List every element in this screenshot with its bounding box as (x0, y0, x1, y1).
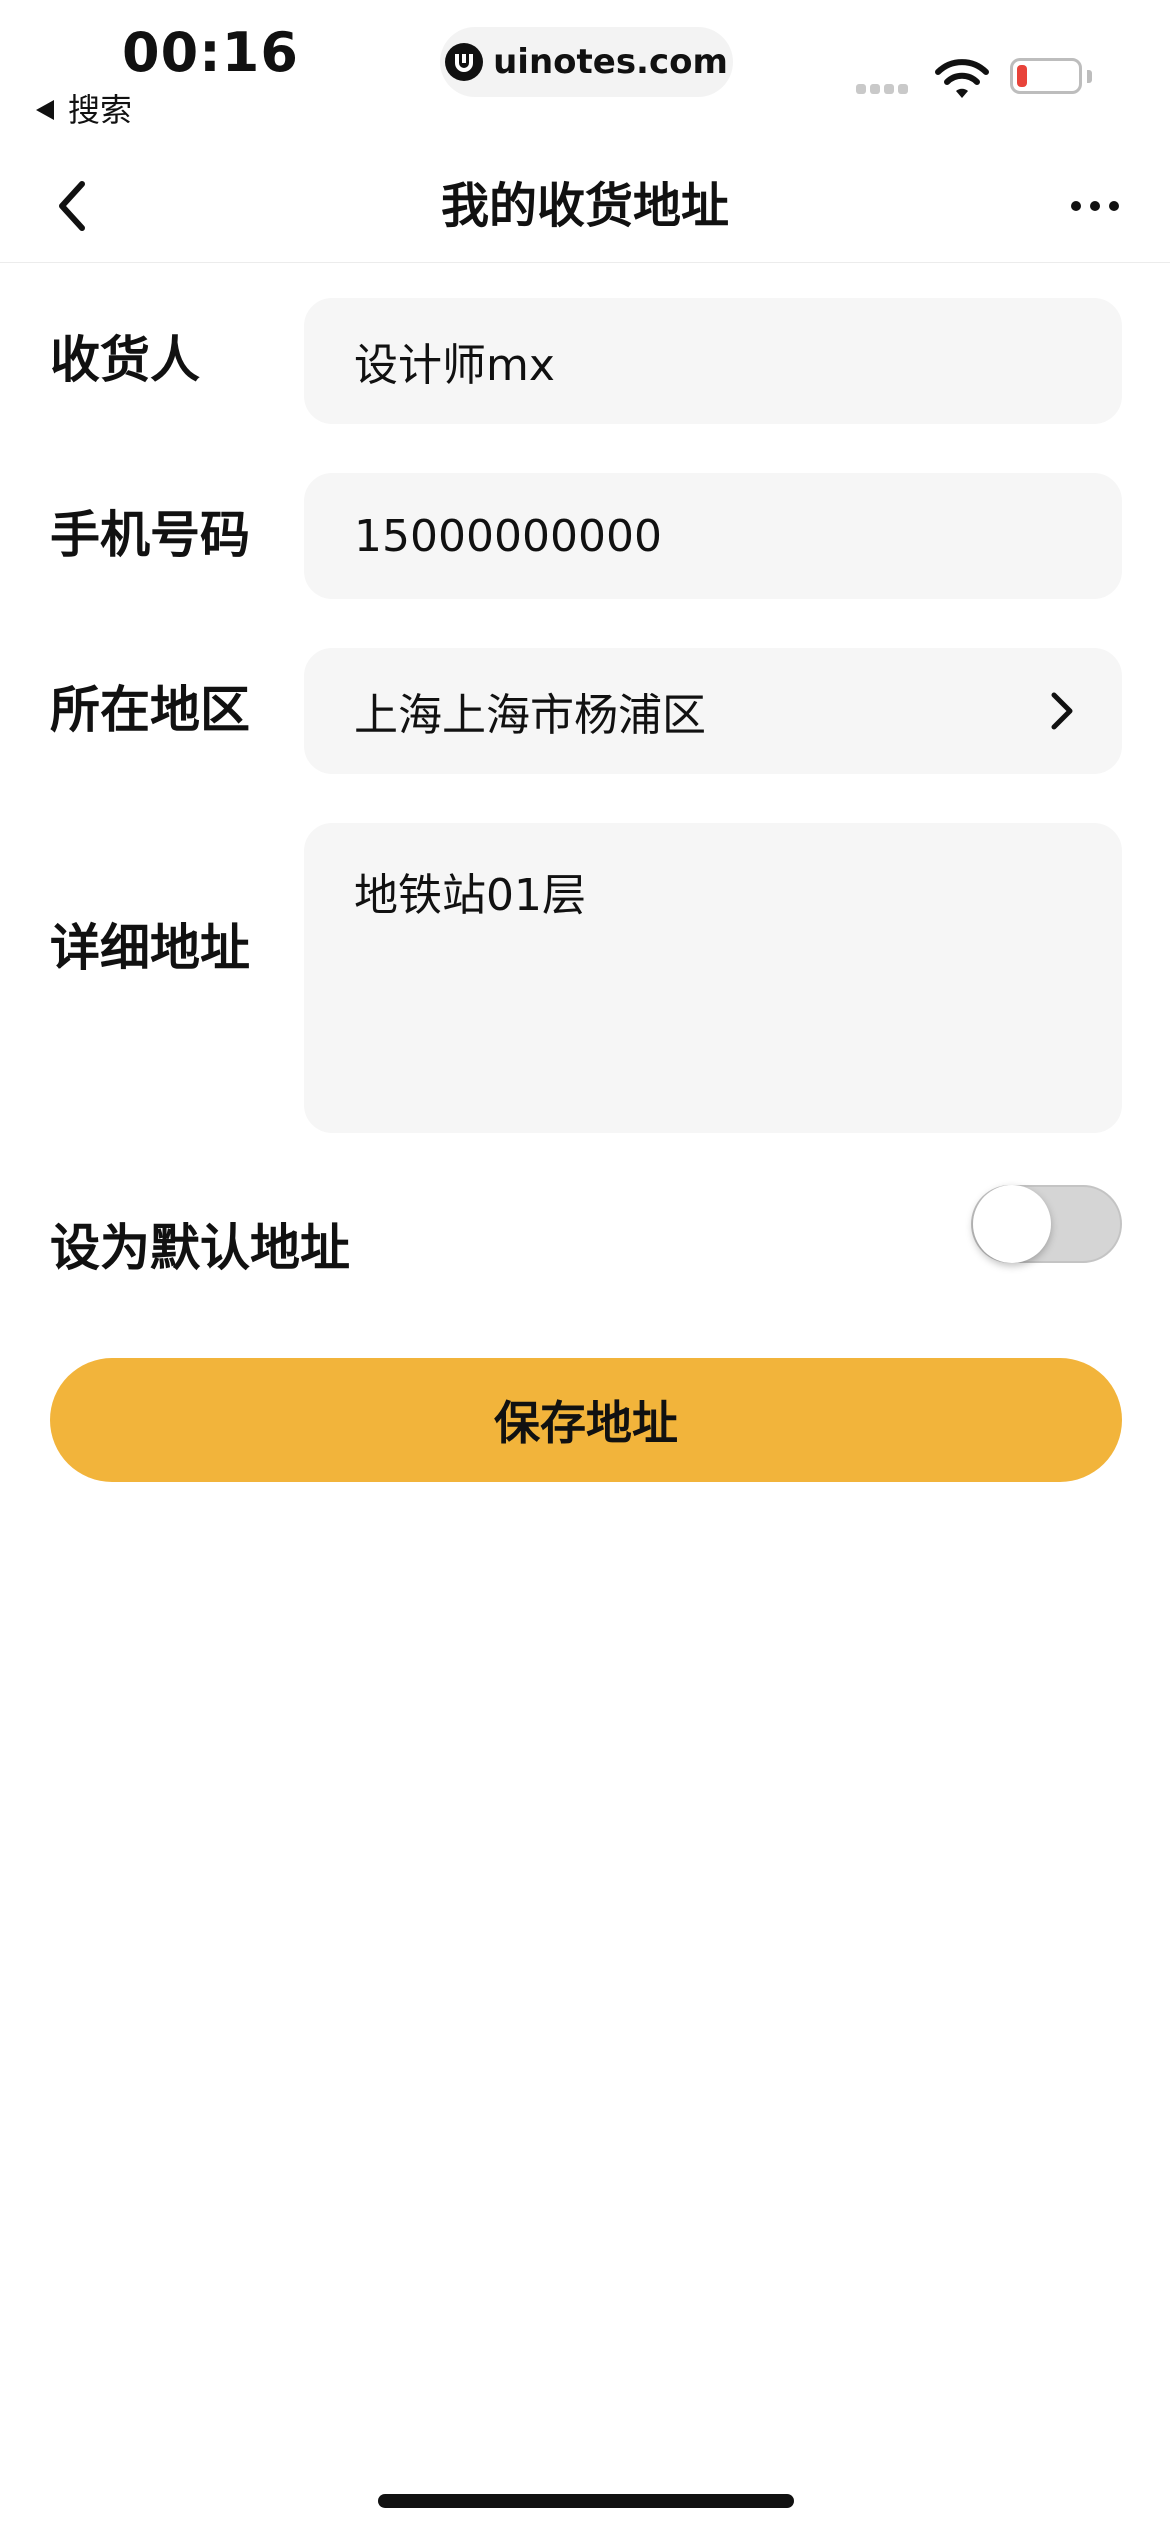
default-address-label: 设为默认地址 (50, 1219, 350, 1277)
phone-label: 手机号码 (50, 506, 250, 564)
phone-input[interactable]: 15000000000 (304, 473, 1122, 599)
page-title: 我的收货地址 (440, 178, 729, 234)
back-to-app-label: 搜索 (68, 91, 133, 129)
battery-icon (1010, 58, 1082, 94)
nav-bar: 我的收货地址 (0, 150, 1170, 263)
back-to-app-button[interactable]: 搜索 (36, 90, 132, 130)
recipient-value: 设计师mx (354, 340, 555, 391)
more-button[interactable] (1060, 172, 1130, 240)
status-bar: 00:16 搜索 uinotes.com (0, 0, 1170, 150)
site-logo-icon (445, 43, 484, 81)
toggle-knob (973, 1185, 1051, 1263)
region-selector[interactable]: 上海上海市杨浦区 (304, 648, 1122, 774)
home-indicator (378, 2494, 794, 2508)
save-address-button[interactable]: 保存地址 (50, 1358, 1122, 1482)
region-value: 上海上海市杨浦区 (354, 690, 706, 741)
address-value: 地铁站01层 (354, 870, 586, 921)
more-icon-dot (1109, 201, 1119, 211)
battery-nub (1087, 70, 1092, 83)
region-label: 所在地区 (50, 681, 250, 739)
back-triangle-icon (36, 100, 54, 120)
chevron-left-icon (59, 181, 85, 231)
address-label: 详细地址 (50, 919, 250, 977)
recipient-input[interactable]: 设计师mx (304, 298, 1122, 424)
chevron-right-icon (1051, 692, 1073, 730)
status-time: 00:16 (122, 21, 299, 84)
url-text: uinotes.com (493, 42, 728, 82)
address-textarea[interactable]: 地铁站01层 (304, 823, 1122, 1133)
url-pill[interactable]: uinotes.com (440, 27, 733, 97)
back-button[interactable] (44, 172, 100, 240)
default-address-toggle[interactable] (971, 1185, 1122, 1263)
more-icon-dot (1071, 201, 1081, 211)
more-icon-dot (1090, 201, 1100, 211)
battery-level (1017, 65, 1027, 87)
phone-value: 15000000000 (354, 510, 662, 562)
wifi-icon (935, 59, 989, 98)
cellular-signal-icon (856, 84, 908, 94)
recipient-label: 收货人 (50, 331, 200, 389)
